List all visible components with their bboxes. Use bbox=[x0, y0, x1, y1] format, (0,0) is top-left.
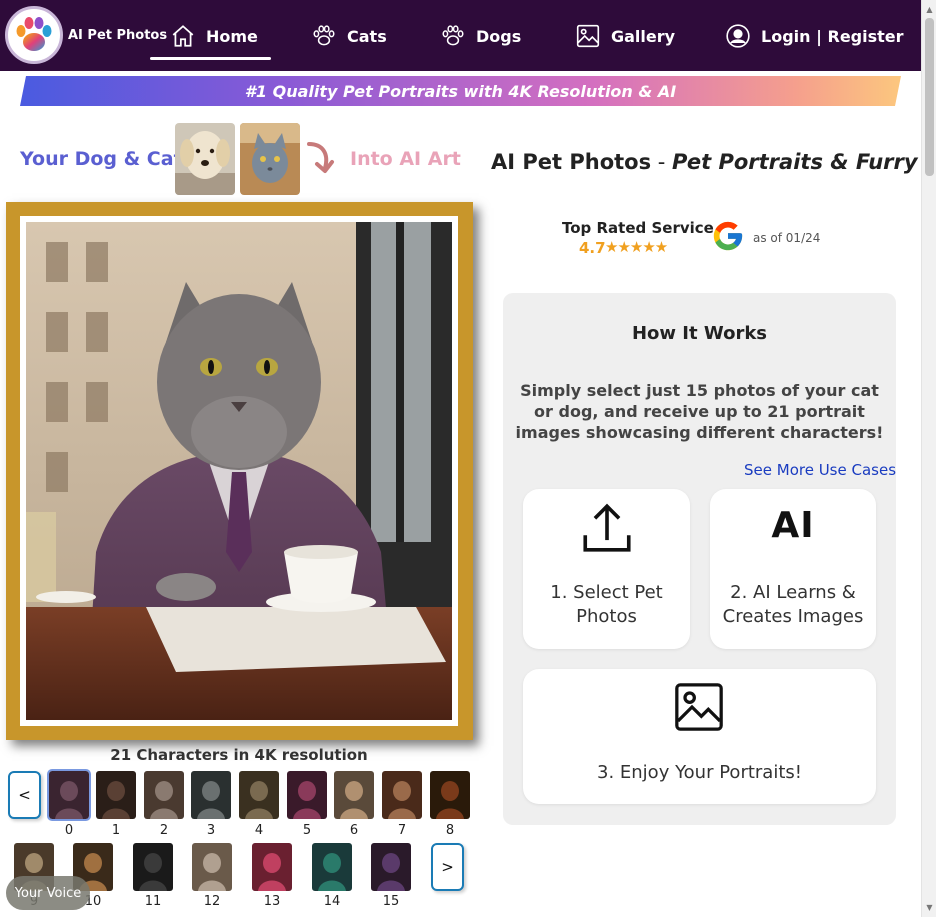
home-icon bbox=[172, 25, 194, 47]
step-1-line2: Photos bbox=[576, 606, 637, 627]
page-title: AI Pet Photos - Pet Portraits & Furry Ar… bbox=[491, 150, 936, 174]
nav-dogs-label: Dogs bbox=[476, 26, 522, 46]
thumbnail-index-label: 1 bbox=[111, 823, 121, 838]
rating-date: as of 01/24 bbox=[753, 231, 821, 245]
hero-left-text: Your Dog & Cat bbox=[20, 148, 183, 170]
how-it-works-title: How It Works bbox=[631, 323, 768, 344]
gallery-thumbnail[interactable] bbox=[133, 843, 173, 891]
step-3-label: 3. Enjoy Your Portraits! bbox=[597, 762, 802, 783]
paw-logo-icon[interactable] bbox=[5, 6, 63, 64]
gallery-thumbnail[interactable] bbox=[430, 771, 470, 819]
rating-stars: ★★★★★ bbox=[605, 238, 668, 256]
nav-cats[interactable]: Cats bbox=[311, 18, 387, 54]
how-it-works-description: Simply select just 15 photos of your cat… bbox=[515, 381, 884, 442]
thumbnail-index-label: 0 bbox=[64, 823, 74, 838]
thumbnail-index-label: 4 bbox=[254, 823, 264, 838]
nav-gallery-label: Gallery bbox=[611, 26, 676, 46]
paw-icon bbox=[442, 25, 464, 46]
thumbnail-index-label: 5 bbox=[302, 823, 312, 838]
step-1-line1: 1. Select Pet bbox=[550, 582, 663, 603]
gallery-thumbnail[interactable] bbox=[191, 771, 231, 819]
step-ai-learns: AI 2. AI Learns & Creates Images bbox=[710, 489, 876, 649]
user-circle-icon bbox=[726, 24, 750, 48]
portrait-mat bbox=[20, 216, 458, 726]
cat-photo-thumbnail bbox=[240, 123, 300, 195]
portrait-frame bbox=[6, 202, 473, 740]
rating-label: Top Rated Service bbox=[562, 219, 714, 237]
thumbnail-index-label: 14 bbox=[323, 894, 341, 909]
gallery-next-button[interactable]: > bbox=[431, 843, 464, 891]
gallery-thumbnail[interactable] bbox=[312, 843, 352, 891]
brand-name[interactable]: AI Pet Photos bbox=[68, 28, 167, 43]
nav-home-label: Home bbox=[206, 26, 258, 46]
gallery-thumbnail[interactable] bbox=[287, 771, 327, 819]
nav-login-register[interactable]: Login | Register bbox=[725, 18, 904, 54]
nav-dogs[interactable]: Dogs bbox=[440, 18, 521, 54]
your-voice-button[interactable]: Your Voice bbox=[6, 876, 90, 910]
hero-right-text: Into AI Art bbox=[350, 148, 461, 170]
gallery-thumbnail[interactable] bbox=[144, 771, 184, 819]
step-2-line2: Creates Images bbox=[722, 606, 864, 627]
page-scrollbar[interactable]: ▲ ▼ bbox=[921, 0, 936, 917]
thumbnail-index-label: 3 bbox=[206, 823, 216, 838]
nav-active-indicator bbox=[150, 57, 271, 60]
gallery-thumbnail[interactable] bbox=[192, 843, 232, 891]
gallery-prev-button[interactable]: < bbox=[8, 771, 41, 819]
step-1-label: 1. Select Pet Photos bbox=[523, 581, 690, 629]
ai-icon: AI bbox=[771, 505, 815, 546]
thumbnail-index-label: 13 bbox=[263, 894, 281, 909]
dog-photo-thumbnail bbox=[175, 123, 235, 195]
google-icon[interactable] bbox=[711, 219, 745, 253]
nav-home[interactable]: Home bbox=[170, 18, 258, 54]
page-title-sub: Pet Portraits & Furry Art bbox=[672, 150, 936, 174]
rating-score: 4.7 bbox=[579, 239, 606, 257]
step-2-label: 2. AI Learns & Creates Images bbox=[710, 581, 876, 629]
scroll-up-arrow-icon[interactable]: ▲ bbox=[922, 2, 936, 17]
gallery-thumbnail[interactable] bbox=[334, 771, 374, 819]
gallery-thumbnail[interactable] bbox=[47, 769, 91, 821]
scroll-down-arrow-icon[interactable]: ▼ bbox=[922, 900, 936, 915]
paw-icon bbox=[313, 25, 335, 46]
image-icon bbox=[576, 24, 600, 48]
gallery-thumbnail[interactable] bbox=[252, 843, 292, 891]
gallery-thumbnail[interactable] bbox=[239, 771, 279, 819]
thumbnail-index-label: 8 bbox=[445, 823, 455, 838]
thumbnail-index-label: 6 bbox=[349, 823, 359, 838]
top-navbar: AI Pet Photos Home Cats Dogs Gallery Log… bbox=[0, 0, 921, 71]
step-2-line1: 2. AI Learns & bbox=[730, 582, 856, 603]
promo-banner: #1 Quality Pet Portraits with 4K Resolut… bbox=[20, 76, 901, 106]
gallery-thumbnail[interactable] bbox=[382, 771, 422, 819]
promo-banner-text: #1 Quality Pet Portraits with 4K Resolut… bbox=[244, 81, 677, 101]
gallery-thumbnail[interactable] bbox=[96, 771, 136, 819]
step-enjoy-portraits: 3. Enjoy Your Portraits! bbox=[523, 669, 876, 804]
nav-cats-label: Cats bbox=[347, 26, 387, 46]
step-select-photos: 1. Select Pet Photos bbox=[523, 489, 690, 649]
gallery-thumbnail[interactable] bbox=[371, 843, 411, 891]
see-more-use-cases-link[interactable]: See More Use Cases bbox=[744, 461, 896, 479]
scrollbar-thumb[interactable] bbox=[925, 18, 934, 176]
page-title-separator: - bbox=[651, 150, 673, 174]
thumbnail-index-label: 2 bbox=[159, 823, 169, 838]
thumbnail-index-label: 7 bbox=[397, 823, 407, 838]
gallery-caption: 21 Characters in 4K resolution bbox=[110, 746, 368, 764]
upload-icon bbox=[583, 503, 631, 552]
nav-login-label: Login | Register bbox=[761, 26, 904, 46]
thumbnail-index-label: 12 bbox=[203, 894, 221, 909]
curved-arrow-icon bbox=[307, 142, 334, 173]
thumbnail-index-label: 11 bbox=[144, 894, 162, 909]
thumbnail-index-label: 15 bbox=[382, 894, 400, 909]
cat-portrait-image[interactable] bbox=[26, 222, 452, 720]
image-icon bbox=[675, 683, 723, 731]
nav-gallery[interactable]: Gallery bbox=[575, 18, 675, 54]
page-title-main: AI Pet Photos bbox=[491, 150, 652, 174]
